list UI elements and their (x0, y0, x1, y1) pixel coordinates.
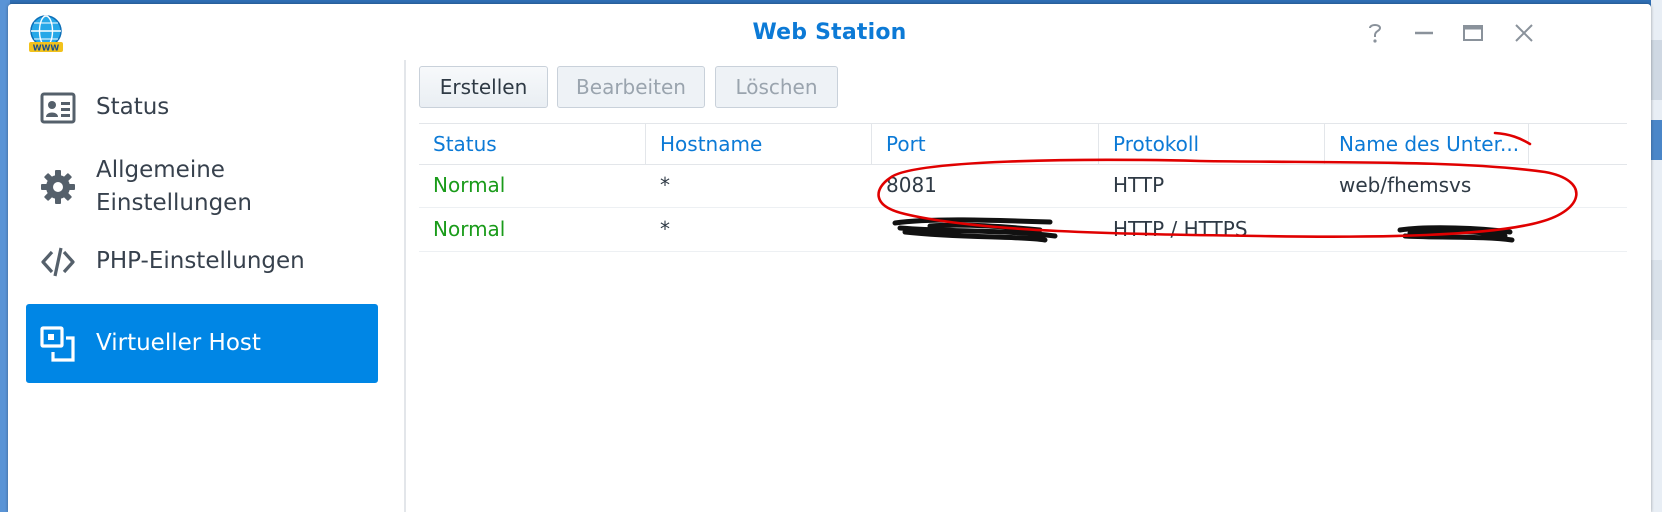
table-row[interactable]: Normal * HTTP / HTTPS (419, 208, 1627, 252)
maximize-icon (1463, 25, 1483, 41)
cell-status: Normal (433, 173, 506, 197)
web-station-window: WWW Web Station Status Allgemeine Einste… (8, 4, 1651, 512)
column-header-port[interactable]: Port (872, 124, 1099, 164)
cell-subdirectory-name (1325, 208, 1529, 251)
table-header: Status Hostname Port Protokoll Name des … (419, 123, 1627, 165)
virtual-host-icon (40, 326, 76, 362)
sidebar-item-label: Virtueller Host (96, 330, 261, 356)
table-row[interactable]: Normal * 8081 HTTP web/fhemsvs (419, 164, 1627, 208)
question-mark-icon (1369, 24, 1382, 43)
cell-port (872, 208, 1099, 251)
cell-subdirectory-name: web/fhemsvs (1339, 173, 1472, 197)
close-icon (1515, 24, 1533, 42)
sidebar-item-php-settings[interactable]: PHP-Einstellungen (26, 240, 378, 284)
sidebar-item-label: Allgemeine Einstellungen (96, 157, 252, 216)
cell-protocol: HTTP (1113, 173, 1165, 197)
edit-button[interactable]: Bearbeiten (557, 66, 705, 108)
cell-hostname: * (660, 217, 670, 241)
sidebar-item-status[interactable]: Status (26, 86, 378, 130)
window-titlebar[interactable]: WWW Web Station (8, 4, 1651, 60)
window-title: Web Station (752, 20, 907, 45)
minimize-button[interactable] (1409, 18, 1439, 48)
sidebar-navigation: Status Allgemeine Einstellungen PHP-Eins… (8, 60, 406, 512)
close-button[interactable] (1509, 18, 1539, 48)
status-card-icon (40, 90, 76, 126)
help-button[interactable] (1360, 18, 1390, 48)
column-header-protocol[interactable]: Protokoll (1099, 124, 1325, 164)
sidebar-item-general-settings[interactable]: Allgemeine Einstellungen (26, 152, 378, 222)
cell-protocol: HTTP / HTTPS (1113, 217, 1248, 241)
column-header-hostname[interactable]: Hostname (646, 124, 872, 164)
sidebar-item-label: PHP-Einstellungen (96, 248, 305, 274)
main-content: Erstellen Bearbeiten Löschen Status Host… (406, 60, 1651, 512)
delete-button[interactable]: Löschen (715, 66, 838, 108)
gear-icon (40, 169, 76, 205)
cell-port: 8081 (886, 173, 937, 197)
minimize-icon (1415, 31, 1433, 35)
create-button[interactable]: Erstellen (419, 66, 548, 108)
cell-hostname: * (660, 173, 670, 197)
column-header-subdirectory-name[interactable]: Name des Unter... (1325, 124, 1529, 164)
sidebar-item-virtual-host[interactable]: Virtueller Host (26, 304, 378, 383)
code-icon (40, 244, 76, 280)
maximize-button[interactable] (1458, 18, 1488, 48)
sidebar-item-label: Status (96, 94, 170, 120)
column-header-status[interactable]: Status (419, 124, 646, 164)
cell-status: Normal (433, 217, 506, 241)
desktop-background-right (1651, 0, 1662, 512)
